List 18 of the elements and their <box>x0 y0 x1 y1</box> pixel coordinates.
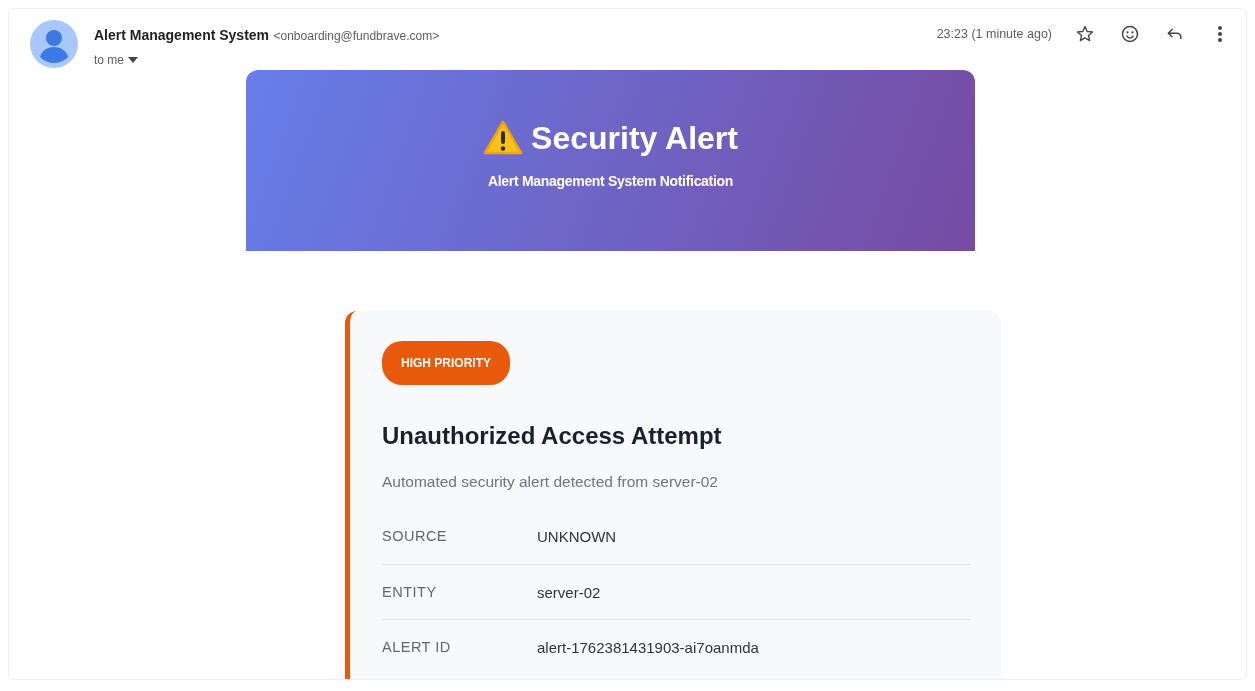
timestamp: 23:23 (1 minute ago) <box>936 25 1052 43</box>
priority-label: HIGH PRIORITY <box>382 341 510 385</box>
caret-icon <box>128 57 138 63</box>
field-value: alert-1762381431903-ai7oanmda <box>537 638 759 659</box>
avatar-icon <box>30 20 78 68</box>
field-value: UNKNOWN <box>537 527 617 548</box>
banner-subtitle: Alert Management System Notification <box>487 172 734 192</box>
sender-name: Alert Management System <box>94 27 270 43</box>
alert-title: Unauthorized Access Attempt <box>382 422 723 451</box>
field-label: ENTITY <box>382 582 438 602</box>
recipient-dropdown[interactable]: to me <box>94 51 138 69</box>
warning-icon <box>483 120 524 156</box>
field-value: server-02 <box>537 582 601 603</box>
field-label: ALERT ID <box>382 638 452 658</box>
field-label: SOURCE <box>382 527 449 547</box>
banner-title: Security Alert <box>531 118 738 158</box>
sender-email: <onboarding@fundbrave.com> <box>273 29 440 43</box>
alert-description: Automated security alert detected from server-02 <box>382 471 719 492</box>
